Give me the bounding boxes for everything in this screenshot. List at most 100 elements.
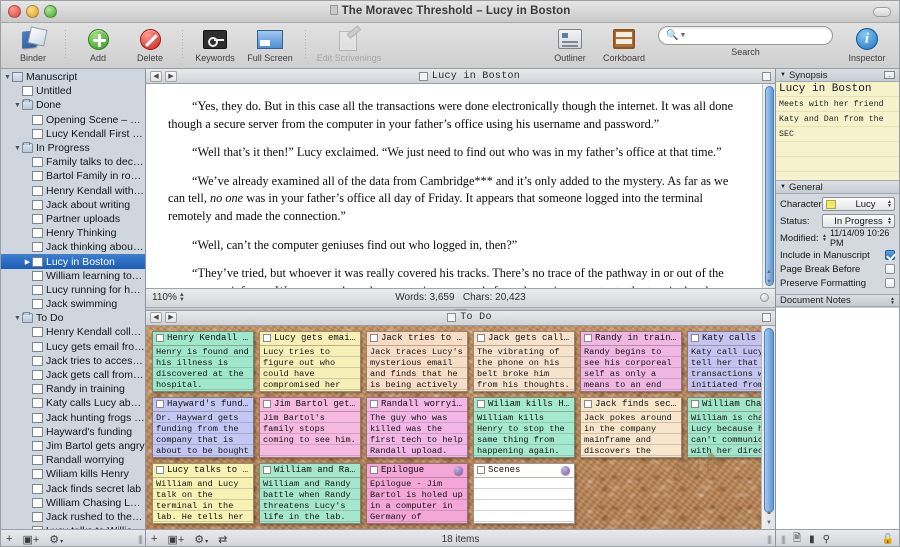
scroll-down-arrow-icon[interactable]: ▼ — [766, 279, 772, 285]
split-divider[interactable] — [146, 306, 775, 311]
disclosure-triangle-open-icon[interactable]: ▼ — [13, 145, 22, 152]
inspector-resize-grip[interactable]: ||| — [781, 534, 786, 544]
index-card-synopsis[interactable]: The guy who was killed was the first tec… — [367, 411, 467, 457]
toolbar-inspector-button[interactable]: i Inspector — [839, 26, 895, 63]
binder-item-lucy-running-for-her-life[interactable]: ▶ Lucy running for her life — [1, 283, 145, 297]
binder-item-jack-thinking-about-ec[interactable]: ▶ Jack thinking about EC — [1, 240, 145, 254]
binder-item-jack-gets-call-from-lucy-a[interactable]: ▶ Jack gets call from Lucy a… — [1, 368, 145, 382]
binder-item-lucy-in-boston[interactable]: ▶ Lucy in Boston — [1, 254, 145, 269]
index-card[interactable]: Henry Kendall … Henry is found and his il… — [152, 330, 254, 392]
general-header[interactable]: ▼ General — [776, 181, 899, 194]
synopsis-header[interactable]: ▼ Synopsis — [776, 69, 899, 82]
index-card-title[interactable]: Scenes — [474, 464, 574, 478]
search-input[interactable] — [686, 30, 825, 41]
character-select[interactable]: Lucy ▲ ▼ — [822, 197, 895, 211]
include-in-manuscript-row[interactable]: Include in Manuscript — [780, 248, 895, 262]
editor-back-button[interactable]: ◀ — [150, 70, 162, 82]
status-select[interactable]: In Progress ▲ ▼ — [822, 214, 895, 228]
synopsis-field[interactable]: Lucy in Boston Meets with her friend Kat… — [776, 82, 899, 181]
binder-item-hayward-s-funding[interactable]: ▶ Hayward's funding — [1, 425, 145, 439]
index-card-synopsis[interactable]: William kills Henry to stop the same thi… — [474, 411, 574, 457]
binder-add-folder-button[interactable]: ▣+ — [22, 533, 39, 546]
index-card-title[interactable]: Hayward's fund… — [153, 398, 253, 412]
index-card[interactable]: Jack gets call… The vibrating of the phon… — [473, 330, 575, 392]
binder-item-manuscript[interactable]: ▼ Manuscript — [1, 70, 145, 84]
index-card-synopsis[interactable] — [474, 477, 574, 523]
index-card-synopsis[interactable]: The vibrating of the phone on his belt b… — [474, 345, 574, 391]
binder-item-jack-hunting-frogs-at-night[interactable]: ▶ Jack hunting frogs at night — [1, 411, 145, 425]
disclosure-triangle-icon[interactable]: ▼ — [780, 72, 786, 78]
notes-icon[interactable]: 🗎 — [793, 531, 801, 547]
index-card[interactable]: Katy calls Luc… Katy call Lucy to tell he… — [687, 330, 761, 392]
binder-gear-icon[interactable]: ⚙ — [49, 533, 63, 546]
binder-item-randall-worrying[interactable]: ▶ Randall worrying — [1, 453, 145, 467]
bookmark-icon[interactable]: ▮ — [809, 534, 815, 545]
document-notes-body[interactable] — [776, 307, 899, 529]
card-image-icon[interactable] — [884, 71, 895, 79]
index-card[interactable]: Randall worrying The guy who was killed w… — [366, 396, 468, 458]
index-card-title[interactable]: Jack gets call… — [474, 332, 574, 346]
binder-item-opening-scene-comput[interactable]: ▶ Opening Scene – Comput… — [1, 113, 145, 127]
toolbar-fullscreen-button[interactable]: Full Screen — [241, 26, 299, 63]
index-card-title[interactable]: Henry Kendall … — [153, 332, 253, 346]
binder-item-henry-kendall-with-police[interactable]: ▶ Henry Kendall with police … — [1, 184, 145, 198]
binder-item-bartol-family-in-room-with[interactable]: ▶ Bartol Family in room with… — [1, 169, 145, 183]
search-box[interactable]: 🔍 ▼ — [658, 26, 833, 45]
toolbar-toggle-button[interactable] — [873, 7, 891, 17]
index-card[interactable]: Epilogue Epilogue - Jim Bartol is holed u… — [366, 462, 468, 524]
index-card-title[interactable]: Lucy gets emai… — [260, 332, 360, 346]
corkboard-resize-grip[interactable]: ||| — [767, 534, 772, 544]
lock-icon[interactable]: 🔓 — [882, 534, 894, 545]
index-card-synopsis[interactable]: Jack traces Lucy's mysterious email and … — [367, 345, 467, 391]
binder-item-william-learning-to-naviga[interactable]: ▶ William learning to naviga… — [1, 269, 145, 283]
toolbar-binder-button[interactable]: Binder — [7, 26, 59, 63]
toolbar-delete-button[interactable]: Delete — [124, 26, 176, 63]
disclosure-triangle-icon[interactable]: ▼ — [780, 184, 786, 190]
binder-item-in-progress[interactable]: ▼ In Progress — [1, 141, 145, 155]
index-card[interactable]: William Chasin…William is chasing Lucy b… — [687, 396, 761, 458]
binder-list[interactable]: ▼ Manuscript ▶ Untitled ▼ Done ▶ Opening Scene … — [1, 69, 145, 529]
corkboard-header-layout-icon[interactable] — [762, 313, 771, 322]
disclosure-triangle-open-icon[interactable]: ▼ — [3, 74, 12, 81]
binder-add-button[interactable]: + — [6, 533, 12, 545]
index-card[interactable]: Lucy talks to … William and Lucy talk on … — [152, 462, 254, 524]
index-card-synopsis[interactable]: Dr. Hayward gets funding from the compan… — [153, 411, 253, 457]
page-break-before-row[interactable]: Page Break Before — [780, 262, 895, 276]
binder-item-lucy-kendall-first-scene[interactable]: ▶ Lucy Kendall First Scene — [1, 127, 145, 141]
index-card-title[interactable]: Katy calls Luc… — [688, 332, 761, 346]
index-card-title[interactable]: William and Ra… — [260, 464, 360, 478]
binder-item-henry-kendall-collapses[interactable]: ▶ Henry Kendall collapses — [1, 325, 145, 339]
index-card-title[interactable]: Epilogue — [367, 464, 467, 478]
index-card-synopsis[interactable]: Katy call Lucy to tell her that the tran… — [688, 345, 761, 391]
index-card[interactable]: Jack finds sec… Jack pokes around in the … — [580, 396, 682, 458]
binder-item-jack-about-writing[interactable]: ▶ Jack about writing — [1, 198, 145, 212]
index-card-synopsis[interactable]: William and Randy battle when Randy thre… — [260, 477, 360, 523]
binder-item-jim-bartol-gets-angry[interactable]: ▶ Jim Bartol gets angry — [1, 439, 145, 453]
index-card-title[interactable]: Lucy talks to … — [153, 464, 253, 478]
binder-item-partner-uploads[interactable]: ▶ Partner uploads — [1, 212, 145, 226]
index-card[interactable]: Scenes — [473, 462, 575, 524]
index-card-synopsis[interactable]: Jim Bartol's family stops coming to see … — [260, 411, 360, 457]
binder-item-katy-calls-lucy-about-lab[interactable]: ▶ Katy calls Lucy about lab — [1, 396, 145, 410]
index-card-synopsis[interactable]: Lucy tries to figure out who could have … — [260, 345, 360, 391]
binder-item-randy-in-training[interactable]: ▶ Randy in training — [1, 382, 145, 396]
index-card-title[interactable]: Jim Bartol get… — [260, 398, 360, 412]
scroll-up-arrow-icon[interactable]: ▲ — [766, 510, 772, 516]
index-card-title[interactable]: Randy in train… — [581, 332, 681, 346]
binder-item-wiliam-kills-henry[interactable]: ▶ Wiliam kills Henry — [1, 467, 145, 481]
preserve-formatting-checkbox[interactable] — [885, 278, 895, 288]
synopsis-title[interactable]: Lucy in Boston — [779, 82, 896, 97]
index-card-title[interactable]: Wiliam kills H… — [474, 398, 574, 412]
index-card[interactable]: Jack tries to … Jack traces Lucy's myster… — [366, 330, 468, 392]
index-card[interactable]: Wiliam kills H… William kills Henry to st… — [473, 396, 575, 458]
binder-item-to-do[interactable]: ▼ To Do — [1, 311, 145, 325]
binder-item-lucy-gets-email-from-fath[interactable]: ▶ Lucy gets email from fath… — [1, 340, 145, 354]
index-card-synopsis[interactable]: William and Lucy talk on the terminal in… — [153, 477, 253, 523]
index-card-synopsis[interactable]: Jack pokes around in the company mainfra… — [581, 411, 681, 457]
index-card-synopsis[interactable]: Epilogue - Jim Bartol is holed up in a c… — [367, 477, 467, 523]
toolbar-edit-scrivenings-button[interactable]: Edit Scrivenings — [312, 26, 386, 63]
corkboard[interactable]: Henry Kendall … Henry is found and his il… — [146, 325, 761, 529]
include-in-manuscript-checkbox[interactable] — [885, 250, 895, 260]
index-card-title[interactable]: William Chasin… — [688, 398, 761, 412]
page-break-before-checkbox[interactable] — [885, 264, 895, 274]
